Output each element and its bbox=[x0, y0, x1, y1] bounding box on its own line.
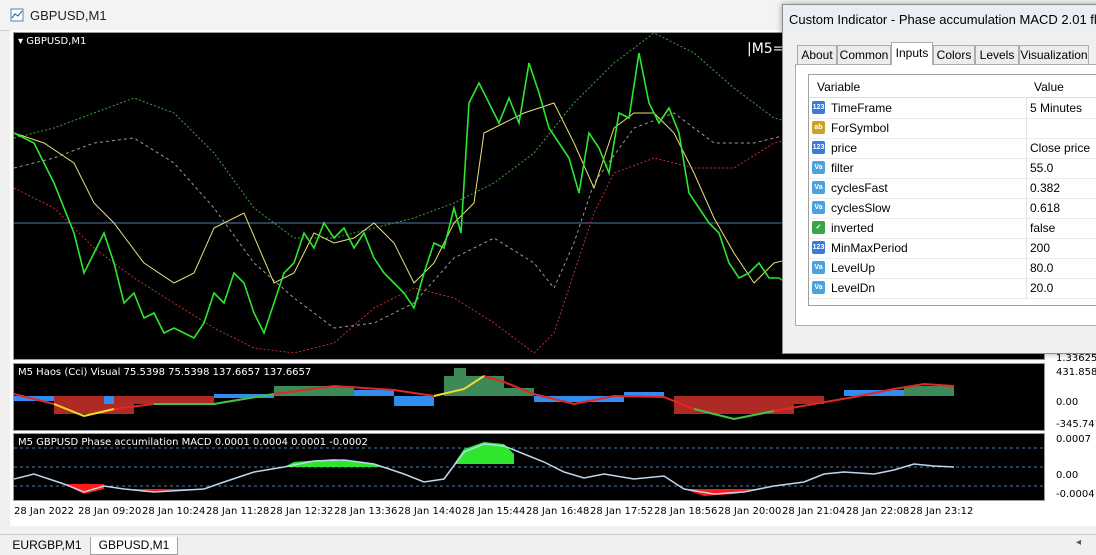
macd-indicator-pane[interactable]: M5 GBPUSD Phase accumilation MACD 0.0001… bbox=[13, 433, 1045, 501]
param-value[interactable]: 5 Minutes bbox=[1030, 101, 1082, 115]
time-axis-label: 28 Jan 20:00 bbox=[718, 506, 782, 517]
column-separator bbox=[1026, 158, 1027, 178]
column-separator bbox=[1026, 98, 1027, 118]
param-name: ForSymbol bbox=[831, 121, 890, 135]
tab-about[interactable]: About bbox=[797, 45, 837, 64]
chart-tabs-bar: EURGBP,M1 GBPUSD,M1 ◂ bbox=[0, 534, 1096, 555]
column-separator bbox=[1026, 198, 1027, 218]
haos-top-price-label: 1.33625 bbox=[1056, 353, 1096, 364]
column-separator bbox=[1026, 238, 1027, 258]
param-type-icon: 123 bbox=[812, 141, 825, 154]
param-type-icon: 123 bbox=[812, 101, 825, 114]
column-separator bbox=[1026, 278, 1027, 298]
custom-indicator-dialog[interactable]: Custom Indicator - Phase accumulation MA… bbox=[782, 4, 1096, 354]
param-value[interactable]: 0.382 bbox=[1030, 181, 1060, 195]
time-axis-label: 28 Jan 2022 bbox=[14, 506, 74, 517]
param-name: LevelDn bbox=[831, 281, 876, 295]
column-separator bbox=[1026, 258, 1027, 278]
macd-tick-low: -0.0004 bbox=[1056, 489, 1095, 500]
time-axis-label: 28 Jan 21:04 bbox=[782, 506, 846, 517]
column-separator bbox=[1026, 178, 1027, 198]
param-type-icon: 123 bbox=[812, 241, 825, 254]
param-row-cyclesslow[interactable]: Va cyclesSlow 0.618 bbox=[809, 198, 1096, 219]
tab-inputs[interactable]: Inputs bbox=[891, 42, 933, 65]
column-separator bbox=[1026, 118, 1027, 138]
param-value[interactable]: 80.0 bbox=[1030, 261, 1053, 275]
time-axis-label: 28 Jan 10:24 bbox=[142, 506, 206, 517]
param-name: TimeFrame bbox=[831, 101, 892, 115]
dialog-title-bar[interactable]: Custom Indicator - Phase accumulation MA… bbox=[783, 5, 1096, 33]
chart-window-icon bbox=[10, 8, 24, 22]
time-axis-label: 28 Jan 16:48 bbox=[526, 506, 590, 517]
param-name: price bbox=[831, 141, 858, 155]
param-type-icon: Va bbox=[812, 161, 825, 174]
time-axis-label: 28 Jan 18:56 bbox=[654, 506, 718, 517]
column-separator bbox=[1026, 218, 1027, 238]
haos-pane-label: M5 Haos (Cci) Visual 75.5398 75.5398 137… bbox=[18, 367, 312, 378]
inputs-tab-page: Variable Value 123 TimeFrame 5 Minutes ab Fo… bbox=[795, 64, 1096, 326]
param-row-timeframe[interactable]: 123 TimeFrame 5 Minutes bbox=[809, 98, 1096, 119]
tab-colors[interactable]: Colors bbox=[933, 45, 975, 64]
time-axis-label: 28 Jan 09:20 bbox=[78, 506, 142, 517]
chart-tab-gbpusd[interactable]: GBPUSD,M1 bbox=[90, 537, 178, 555]
column-header-variable[interactable]: Variable bbox=[817, 80, 860, 94]
param-type-icon: Va bbox=[812, 201, 825, 214]
main-pane-overlay-text: |M5= bbox=[747, 41, 785, 57]
time-axis-label: 28 Jan 13:36 bbox=[334, 506, 398, 517]
time-axis-label: 28 Jan 17:52 bbox=[590, 506, 654, 517]
time-axis-label: 28 Jan 23:12 bbox=[910, 506, 974, 517]
column-separator bbox=[1026, 138, 1027, 158]
scroll-left-icon[interactable]: ◂ bbox=[1076, 537, 1081, 548]
param-row-filter[interactable]: Va filter 55.0 bbox=[809, 158, 1096, 179]
param-type-icon: ✓ bbox=[812, 221, 825, 234]
param-row-cyclesfast[interactable]: Va cyclesFast 0.382 bbox=[809, 178, 1096, 199]
param-row-forsymbol[interactable]: ab ForSymbol bbox=[809, 118, 1096, 139]
param-value[interactable]: false bbox=[1030, 221, 1055, 235]
tab-levels[interactable]: Levels bbox=[975, 45, 1019, 64]
time-axis-label: 28 Jan 14:40 bbox=[398, 506, 462, 517]
param-value[interactable]: 200 bbox=[1030, 241, 1050, 255]
param-row-minmaxperiod[interactable]: 123 MinMaxPeriod 200 bbox=[809, 238, 1096, 259]
param-name: inverted bbox=[831, 221, 874, 235]
main-pane-symbol-label: ▾ GBPUSD,M1 bbox=[18, 36, 87, 47]
param-type-icon: Va bbox=[812, 261, 825, 274]
window-title: GBPUSD,M1 bbox=[30, 8, 107, 23]
chart-tab-eurgbp[interactable]: EURGBP,M1 bbox=[6, 537, 88, 554]
param-name: cyclesFast bbox=[831, 181, 888, 195]
param-row-leveldn[interactable]: Va LevelDn 20.0 bbox=[809, 278, 1096, 299]
time-axis-label: 28 Jan 15:44 bbox=[462, 506, 526, 517]
haos-indicator-pane[interactable]: M5 Haos (Cci) Visual 75.5398 75.5398 137… bbox=[13, 363, 1045, 431]
time-axis-label: 28 Jan 11:28 bbox=[206, 506, 270, 517]
param-name: MinMaxPeriod bbox=[831, 241, 908, 255]
macd-tick-zero: 0.00 bbox=[1056, 470, 1079, 481]
macd-tick-high: 0.0007 bbox=[1056, 434, 1091, 445]
time-axis-label: 28 Jan 22:08 bbox=[846, 506, 910, 517]
param-type-icon: Va bbox=[812, 181, 825, 194]
param-row-inverted[interactable]: ✓ inverted false bbox=[809, 218, 1096, 239]
param-row-levelup[interactable]: Va LevelUp 80.0 bbox=[809, 258, 1096, 279]
upper-band-line bbox=[14, 33, 795, 239]
param-value[interactable]: 0.618 bbox=[1030, 201, 1060, 215]
param-value[interactable]: Close price bbox=[1030, 141, 1090, 155]
param-row-price[interactable]: 123 price Close price bbox=[809, 138, 1096, 159]
haos-tick-low: -345.7415 bbox=[1056, 419, 1096, 430]
grid-header: Variable Value bbox=[809, 75, 1096, 98]
param-value[interactable]: 55.0 bbox=[1030, 161, 1053, 175]
haos-tick-high: 431.8583 bbox=[1056, 367, 1096, 378]
haos-tick-zero: 0.00 bbox=[1056, 397, 1079, 408]
tab-visualization[interactable]: Visualization bbox=[1019, 45, 1089, 64]
param-type-icon: ab bbox=[812, 121, 825, 134]
price-line bbox=[14, 52, 795, 340]
macd-pane-label: M5 GBPUSD Phase accumilation MACD 0.0001… bbox=[18, 437, 368, 448]
dialog-title: Custom Indicator - Phase accumulation MA… bbox=[789, 12, 1096, 27]
column-header-value[interactable]: Value bbox=[1034, 80, 1064, 94]
param-name: cyclesSlow bbox=[831, 201, 891, 215]
param-name: LevelUp bbox=[831, 261, 876, 275]
param-value[interactable]: 20.0 bbox=[1030, 281, 1053, 295]
inputs-grid[interactable]: Variable Value 123 TimeFrame 5 Minutes ab Fo… bbox=[808, 74, 1096, 306]
param-type-icon: Va bbox=[812, 281, 825, 294]
tab-common[interactable]: Common bbox=[837, 45, 891, 64]
time-axis-label: 28 Jan 12:32 bbox=[270, 506, 334, 517]
param-name: filter bbox=[831, 161, 854, 175]
